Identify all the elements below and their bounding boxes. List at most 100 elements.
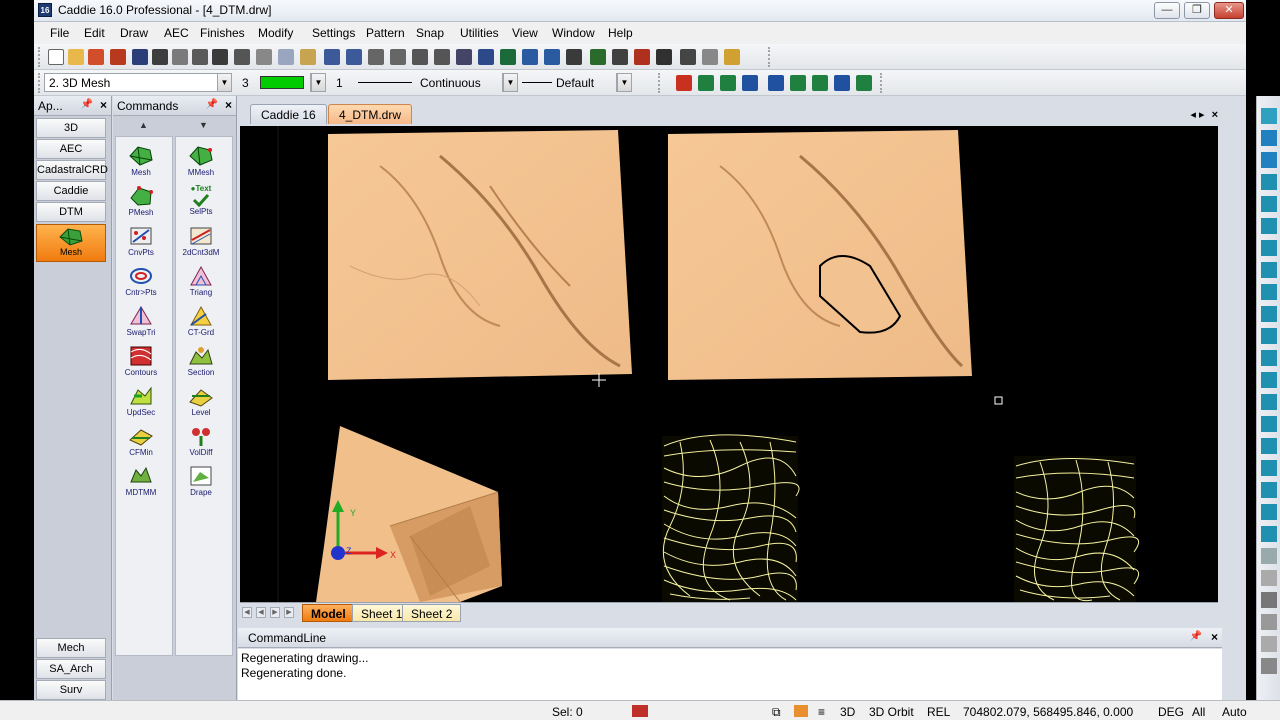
arc-icon[interactable] <box>1261 196 1277 212</box>
redo-icon[interactable] <box>346 49 362 65</box>
snap-text-icon[interactable] <box>698 75 714 91</box>
minimize-button[interactable]: — <box>1154 2 1180 19</box>
drawing-viewport[interactable]: Y X Z <box>240 126 1218 602</box>
layers-icon[interactable] <box>590 49 606 65</box>
snap-endpoint-icon[interactable] <box>676 75 692 91</box>
drawing-canvas[interactable]: Y X Z <box>240 126 1218 602</box>
aligned-dim-icon[interactable] <box>1261 526 1277 542</box>
menu-help[interactable]: Help <box>608 26 633 40</box>
tab-4-dtm-drw[interactable]: 4_DTM.drw <box>328 104 413 124</box>
horizontal-dim-icon[interactable] <box>1261 482 1277 498</box>
terrain-mesh-perspective[interactable] <box>316 426 502 602</box>
render-icon[interactable] <box>634 49 650 65</box>
toolbar-grip[interactable] <box>658 73 661 93</box>
block-icon[interactable] <box>612 49 628 65</box>
save-as-icon[interactable] <box>152 49 168 65</box>
open-folder-icon[interactable] <box>68 49 84 65</box>
toolbar-grip[interactable] <box>38 47 41 67</box>
ellipse-icon[interactable] <box>1261 262 1277 278</box>
zoom-out-icon[interactable] <box>390 49 406 65</box>
menu-snap[interactable]: Snap <box>416 26 444 40</box>
menu-aec[interactable]: AEC <box>164 26 189 40</box>
menu-window[interactable]: Window <box>552 26 595 40</box>
menu-pattern[interactable]: Pattern <box>366 26 405 40</box>
close-document-icon[interactable]: × <box>1212 109 1218 121</box>
cmd-cntr-pts[interactable]: Cntr>Pts <box>119 264 163 304</box>
status-all[interactable]: All <box>1192 705 1205 719</box>
shade-icon[interactable] <box>656 49 672 65</box>
chevron-down-icon[interactable]: ▼ <box>617 74 631 91</box>
status-deg[interactable]: DEG <box>1158 705 1184 719</box>
insert-icon[interactable] <box>110 49 126 65</box>
cmd-drape[interactable]: Drape <box>179 464 223 504</box>
tab-scroll-left-icon[interactable]: ◂ <box>1190 109 1196 121</box>
line-icon[interactable] <box>1261 152 1277 168</box>
contour-plot-sparse[interactable] <box>1014 456 1139 602</box>
toolbar-grip[interactable] <box>880 73 883 93</box>
crosshair-icon[interactable] <box>1261 614 1277 630</box>
menu-settings[interactable]: Settings <box>312 26 355 40</box>
help-pointer-icon[interactable] <box>724 49 740 65</box>
cmd-cfmin[interactable]: CFMin <box>119 424 163 464</box>
chevron-down-icon[interactable]: ▼ <box>311 74 325 91</box>
app-icon[interactable]: 16 <box>38 3 52 17</box>
horizontal-line-icon[interactable] <box>1261 284 1277 300</box>
cmd-ct-grd[interactable]: CT-Grd <box>179 304 223 344</box>
polyline-icon[interactable] <box>1261 174 1277 190</box>
pin-icon[interactable]: 📌 <box>206 99 218 110</box>
cmd-cnvpts[interactable]: CnvPts <box>119 224 163 264</box>
dotted-line-icon[interactable] <box>1261 548 1277 564</box>
snap-cross-icon[interactable] <box>834 75 850 91</box>
close-icon[interactable]: × <box>100 98 107 112</box>
commandline-header[interactable]: CommandLine 📌 × <box>238 628 1222 648</box>
close-icon[interactable]: × <box>1211 630 1218 644</box>
cmd-voldiff[interactable]: VolDiff <box>179 424 223 464</box>
box-icon[interactable] <box>794 705 808 717</box>
scroll-up-icon[interactable]: ▲ <box>139 120 148 130</box>
toolbar-grip[interactable] <box>38 73 41 93</box>
applications-panel-header[interactable]: Ap... 📌 × <box>34 96 111 116</box>
layer-lock-icon[interactable] <box>632 705 648 717</box>
layer-select[interactable]: 2. 3D Mesh ▼ <box>44 73 232 92</box>
cmd-triang[interactable]: Triang <box>179 264 223 304</box>
vertical-dim-icon[interactable] <box>1261 504 1277 520</box>
view-cube-icon[interactable]: ⧉ <box>772 705 781 720</box>
pin-icon[interactable]: 📌 <box>1190 631 1202 642</box>
grid-icon[interactable] <box>702 49 718 65</box>
text-icon[interactable] <box>1261 394 1277 410</box>
fill-icon[interactable] <box>1261 460 1277 476</box>
menu-edit[interactable]: Edit <box>84 26 105 40</box>
menu-finishes[interactable]: Finishes <box>200 26 245 40</box>
print-icon[interactable] <box>234 49 250 65</box>
pen-dropdown[interactable]: ▼ <box>616 73 632 92</box>
snap-center-icon[interactable] <box>742 75 758 91</box>
app-caddie[interactable]: Caddie <box>36 181 106 201</box>
undo-icon[interactable] <box>324 49 340 65</box>
properties-icon[interactable] <box>566 49 582 65</box>
tab-scroll-right-icon[interactable]: ▸ <box>1199 109 1205 121</box>
hatch-icon[interactable] <box>1261 438 1277 454</box>
title-bar[interactable]: 16 Caddie 16.0 Professional - [4_DTM.drw… <box>34 0 1246 22</box>
cross-icon[interactable] <box>1261 592 1277 608</box>
cmd-contours[interactable]: Contours <box>119 344 163 384</box>
copy-icon[interactable] <box>212 49 228 65</box>
list-icon[interactable]: ≡ <box>818 705 825 719</box>
cmd-selpts[interactable]: ●Text SelPts <box>179 184 223 224</box>
scroll-down-icon[interactable]: ▼ <box>199 120 208 130</box>
save-icon[interactable] <box>132 49 148 65</box>
clipboard-copy-icon[interactable] <box>278 49 294 65</box>
zoom-previous-icon[interactable] <box>456 49 472 65</box>
view-manager-icon[interactable] <box>544 49 560 65</box>
snap-tangent-icon[interactable] <box>856 75 872 91</box>
zoom-window-icon[interactable] <box>412 49 428 65</box>
zoom-extents-icon[interactable] <box>434 49 450 65</box>
snap-ortho-icon[interactable] <box>790 75 806 91</box>
scissors-icon[interactable] <box>256 49 272 65</box>
new-file-icon[interactable] <box>48 49 64 65</box>
cmd-level[interactable]: Level <box>179 384 223 424</box>
menu-draw[interactable]: Draw <box>120 26 148 40</box>
snap-mode-icon[interactable] <box>1261 108 1277 124</box>
status-auto[interactable]: Auto <box>1222 705 1247 719</box>
layer-color-swatch[interactable] <box>260 76 304 89</box>
terrain-mesh-2[interactable] <box>668 130 972 380</box>
